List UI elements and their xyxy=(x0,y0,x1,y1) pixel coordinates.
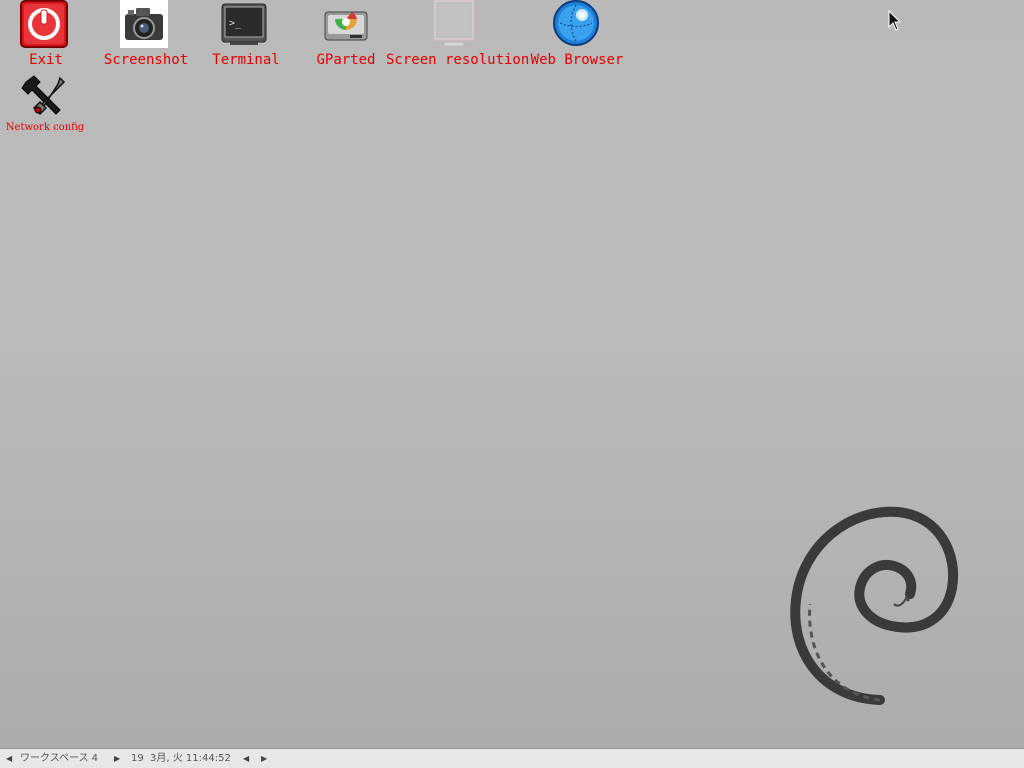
desktop-icon-gparted[interactable]: GParted xyxy=(306,0,386,70)
clock-date-day: 19 xyxy=(131,753,144,764)
desktop-icon-label: Terminal xyxy=(212,52,280,68)
workspace-label[interactable]: ワークスペース 4 xyxy=(20,752,98,766)
workspace-next-button[interactable]: ▶ xyxy=(114,752,120,766)
desktop-icon-web-browser[interactable]: Web Browser xyxy=(530,0,624,70)
svg-text:>_: >_ xyxy=(229,18,242,29)
desktop-icon-label: GParted xyxy=(316,52,376,68)
taskbar: ◀ ワークスペース 4 ▶ 19 3月, 火 11:44:52 ◀ ▶ xyxy=(0,748,1024,768)
workspace-prev-button[interactable]: ◀ xyxy=(6,752,12,766)
terminal-icon: >_ xyxy=(220,0,268,48)
clock-prev-button[interactable]: ◀ xyxy=(243,752,249,766)
desktop-icon-exit[interactable]: Exit xyxy=(10,0,82,70)
clock-next-button[interactable]: ▶ xyxy=(261,752,267,766)
desktop: Exit Screenshot >_ Terminal GParted Scre… xyxy=(0,0,1024,748)
disk-icon xyxy=(322,0,370,48)
desktop-icon-label: Screenshot xyxy=(103,52,189,68)
desktop-icon-network-config[interactable]: Network config xyxy=(4,72,86,136)
globe-icon xyxy=(552,0,600,48)
desktop-icon-screenshot[interactable]: Screenshot xyxy=(100,0,192,70)
monitor-icon xyxy=(432,0,480,48)
power-icon xyxy=(20,0,68,48)
desktop-icon-label: Web Browser xyxy=(530,52,624,68)
camera-icon xyxy=(120,0,168,48)
desktop-icon-screen-resolution[interactable]: Screen resolution xyxy=(386,0,530,70)
desktop-icon-label: Network config xyxy=(5,122,85,133)
desktop-icon-label: Screen resolution xyxy=(386,52,530,68)
mouse-cursor-icon xyxy=(888,9,904,32)
debian-swirl-logo xyxy=(780,500,970,710)
tools-icon xyxy=(20,72,68,120)
clock-date-time: 3月, 火 11:44:52 xyxy=(150,753,231,764)
desktop-icon-terminal[interactable]: >_ Terminal xyxy=(206,0,286,70)
desktop-icon-label: Exit xyxy=(29,52,63,68)
